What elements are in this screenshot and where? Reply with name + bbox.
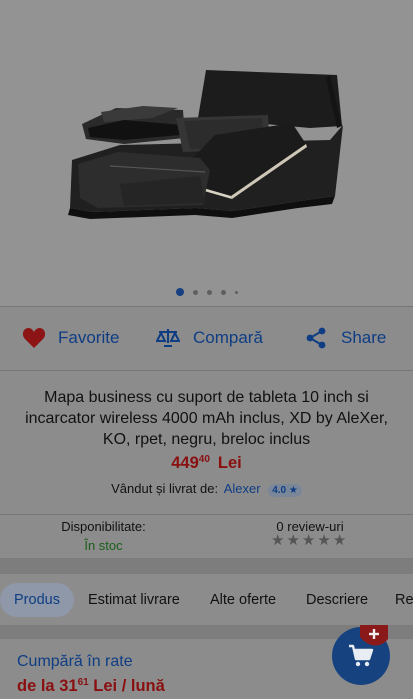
installments-suffix: Lei / lună bbox=[93, 677, 165, 695]
stock-reviews-row: Disponibilitate: În stoc 0 review-uri ★ … bbox=[0, 515, 413, 557]
seller-rating-badge: 4.0 ★ bbox=[268, 484, 302, 497]
tab-alte-oferte[interactable]: Alte oferte bbox=[210, 583, 276, 617]
favorite-button[interactable]: Favorite bbox=[22, 327, 119, 349]
product-image[interactable] bbox=[0, 0, 413, 285]
installments-amount: de la 3161 Lei / lună bbox=[17, 677, 165, 696]
rating-stars[interactable]: ★ ★ ★ ★ ★ bbox=[271, 533, 346, 548]
gallery-dots bbox=[0, 287, 413, 297]
plus-icon bbox=[360, 625, 388, 646]
product-gallery[interactable] bbox=[0, 0, 413, 306]
share-icon bbox=[306, 327, 326, 349]
seller-prefix: Vândut și livrat de: bbox=[111, 481, 219, 496]
gallery-dot[interactable] bbox=[220, 289, 226, 295]
tab-produs[interactable]: Produs bbox=[0, 583, 74, 617]
star-icon: ★ bbox=[332, 532, 347, 549]
favorite-label: Favorite bbox=[58, 328, 120, 347]
gallery-dot[interactable] bbox=[206, 289, 212, 295]
stock-status: În stoc bbox=[84, 538, 123, 553]
tab-review[interactable]: Rev bbox=[395, 583, 413, 617]
star-icon: ★ bbox=[271, 532, 285, 549]
section-divider bbox=[0, 558, 413, 574]
compare-button[interactable]: Compară bbox=[156, 327, 263, 349]
star-icon: ★ bbox=[317, 532, 331, 549]
gallery-dot[interactable] bbox=[192, 289, 198, 295]
gallery-dot[interactable] bbox=[234, 290, 238, 294]
heart-icon bbox=[22, 328, 46, 348]
compare-label: Compară bbox=[193, 328, 263, 347]
gallery-dot[interactable] bbox=[175, 288, 184, 296]
scale-icon bbox=[156, 329, 180, 347]
installments-decimals: 61 bbox=[77, 677, 89, 688]
seller-info: Vândut și livrat de: Alexer 4.0 ★ bbox=[0, 481, 413, 497]
product-price: 44940 Lei bbox=[0, 454, 413, 473]
installments-integer: 31 bbox=[59, 677, 78, 695]
tab-estimat-livrare[interactable]: Estimat livrare bbox=[88, 583, 180, 617]
product-title: Mapa business cu suport de tableta 10 in… bbox=[25, 389, 388, 448]
tab-descriere[interactable]: Descriere bbox=[306, 583, 368, 617]
share-button[interactable]: Share bbox=[305, 327, 386, 349]
installments-prefix: de la bbox=[17, 677, 55, 695]
price-integer: 449 bbox=[171, 454, 199, 472]
price-currency: Lei bbox=[217, 454, 242, 472]
price-decimals: 40 bbox=[198, 454, 210, 465]
seller-link[interactable]: Alexer bbox=[224, 481, 261, 496]
star-icon: ★ bbox=[301, 532, 316, 549]
star-icon: ★ bbox=[286, 532, 300, 549]
share-label: Share bbox=[341, 328, 387, 347]
stock-label: Disponibilitate: bbox=[61, 519, 146, 534]
product-tabs: Produs Estimat livrare Alte oferte Descr… bbox=[0, 575, 413, 625]
installments-title[interactable]: Cumpără în rate bbox=[17, 653, 133, 671]
product-actions: Favorite Compară Share bbox=[0, 307, 413, 370]
